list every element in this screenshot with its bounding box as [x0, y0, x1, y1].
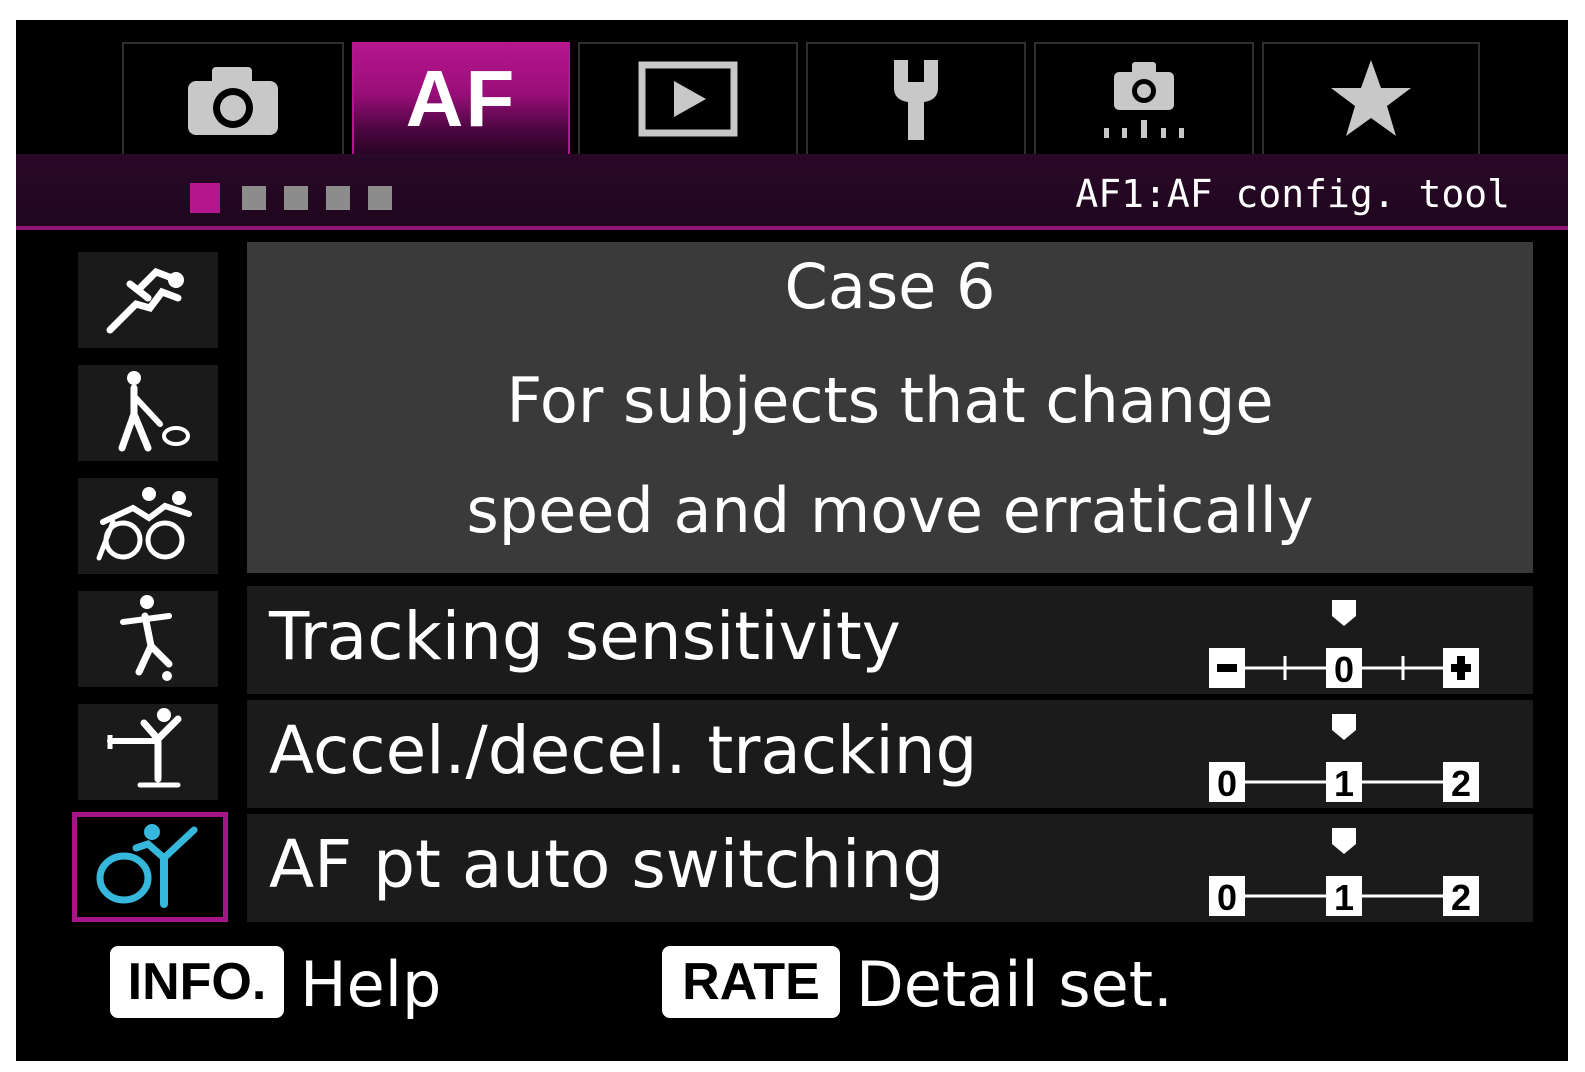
- tab-playback[interactable]: [578, 42, 798, 154]
- scale-tick-label: 2: [1451, 877, 1471, 918]
- param-row-af-pt-auto-switching[interactable]: AF pt auto switching 0 1 2: [247, 814, 1533, 922]
- case-4-button[interactable]: [78, 591, 218, 687]
- case-3-button[interactable]: [78, 478, 218, 574]
- scale-tick-label: 0: [1217, 763, 1237, 804]
- tab-af-label: AF: [405, 54, 517, 143]
- tab-mymenu[interactable]: [1262, 42, 1480, 154]
- camera-icon: [178, 59, 288, 139]
- help-label: Help: [300, 948, 442, 1021]
- af-pt-switching-scale: 0 1 2: [1209, 828, 1479, 918]
- page-indicator-3[interactable]: [284, 186, 308, 210]
- menu-page-title: AF1:AF config. tool: [1075, 172, 1510, 216]
- case-1-button[interactable]: [78, 252, 218, 348]
- param-row-tracking-sensitivity[interactable]: Tracking sensitivity 0: [247, 586, 1533, 694]
- case-description-line-2: speed and move erratically: [466, 474, 1314, 547]
- case-2-button[interactable]: [78, 365, 218, 461]
- info-key-badge[interactable]: INFO.: [110, 946, 284, 1018]
- param-row-accel-decel-tracking[interactable]: Accel./decel. tracking 0 1 2: [247, 700, 1533, 808]
- figure-skater-icon: [98, 705, 198, 799]
- tracking-sensitivity-scale: 0: [1209, 600, 1479, 690]
- scale-tick-label: 0: [1217, 877, 1237, 918]
- tab-af[interactable]: AF: [352, 42, 570, 154]
- case-description-line-1: For subjects that change: [506, 364, 1274, 437]
- menu-header-bar: AF1:AF config. tool: [16, 154, 1568, 230]
- scale-tick-label: 2: [1451, 763, 1471, 804]
- cyclists-icon: [93, 482, 203, 570]
- param-label: Accel./decel. tracking: [269, 712, 978, 789]
- accel-decel-scale: 0 1 2: [1209, 714, 1479, 804]
- page-indicator-1[interactable]: [190, 183, 220, 213]
- param-label: AF pt auto switching: [269, 826, 945, 903]
- wrench-icon: [886, 54, 946, 144]
- rate-key-badge[interactable]: RATE: [662, 946, 840, 1018]
- page-indicator-2[interactable]: [242, 186, 266, 210]
- param-label: Tracking sensitivity: [269, 598, 901, 675]
- case-name: Case 6: [784, 250, 996, 323]
- scale-tick-label: 1: [1334, 877, 1354, 918]
- camera-menu-screen: AF AF1:AF config. tool Case 6 For subjec…: [16, 20, 1568, 1061]
- tab-shooting[interactable]: [122, 42, 344, 154]
- star-icon: [1328, 56, 1414, 142]
- case-6-button[interactable]: [72, 812, 228, 922]
- scale-pointer-icon: [1332, 600, 1356, 626]
- tab-custom[interactable]: [1034, 42, 1254, 154]
- runner-icon: [100, 258, 196, 342]
- case-5-button[interactable]: [78, 704, 218, 800]
- scale-pointer-icon: [1332, 828, 1356, 854]
- scale-tick-label: 1: [1334, 763, 1354, 804]
- scale-tick-label: 0: [1334, 649, 1354, 690]
- page-indicator-5[interactable]: [368, 186, 392, 210]
- camera-custom-icon: [1094, 54, 1194, 144]
- gymnast-hoop-icon: [90, 820, 210, 914]
- case-description: Case 6 For subjects that change speed an…: [247, 242, 1533, 573]
- scale-pointer-icon: [1332, 714, 1356, 740]
- play-icon: [638, 61, 738, 137]
- detail-set-label: Detail set.: [856, 948, 1173, 1021]
- tab-setup[interactable]: [806, 42, 1026, 154]
- soccer-player-icon: [103, 592, 193, 686]
- page-indicator-4[interactable]: [326, 186, 350, 210]
- tennis-player-icon: [100, 368, 196, 458]
